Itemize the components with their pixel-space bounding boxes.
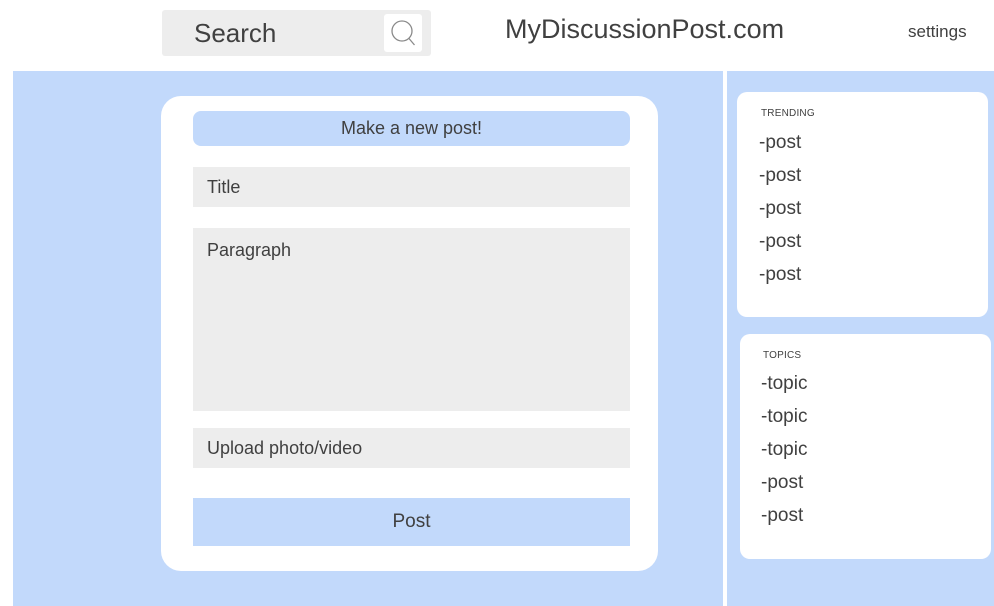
trending-panel: TRENDING -post -post -post -post -post <box>737 92 988 317</box>
topics-heading: TOPICS <box>763 350 802 361</box>
topic-item[interactable]: -topic <box>761 404 807 437</box>
topics-list: -topic -topic -topic -post -post <box>761 371 807 536</box>
title-input[interactable] <box>193 167 630 207</box>
search-button[interactable] <box>384 14 422 52</box>
topic-item[interactable]: -topic <box>761 437 807 470</box>
topic-item[interactable]: -post <box>761 470 807 503</box>
topics-panel: TOPICS -topic -topic -topic -post -post <box>740 334 991 559</box>
settings-link[interactable]: settings <box>908 22 967 42</box>
search-input[interactable]: Search <box>194 18 276 49</box>
trending-item[interactable]: -post <box>759 262 801 295</box>
site-title[interactable]: MyDiscussionPost.com <box>505 14 784 45</box>
trending-item[interactable]: -post <box>759 163 801 196</box>
upload-media-button[interactable]: Upload photo/video <box>193 428 630 468</box>
paragraph-input[interactable] <box>193 228 630 411</box>
trending-list: -post -post -post -post -post <box>759 130 801 295</box>
new-post-heading: Make a new post! <box>193 111 630 146</box>
page: Search MyDiscussionPost.com settings Mak… <box>0 0 994 606</box>
trending-item[interactable]: -post <box>759 196 801 229</box>
trending-item[interactable]: -post <box>759 229 801 262</box>
search-icon <box>391 20 415 46</box>
trending-heading: TRENDING <box>761 108 815 119</box>
new-post-card: Make a new post! Upload photo/video Post <box>161 96 658 571</box>
topic-item[interactable]: -post <box>761 503 807 536</box>
post-button[interactable]: Post <box>193 498 630 546</box>
trending-item[interactable]: -post <box>759 130 801 163</box>
topic-item[interactable]: -topic <box>761 371 807 404</box>
search-bar[interactable]: Search <box>162 10 431 56</box>
